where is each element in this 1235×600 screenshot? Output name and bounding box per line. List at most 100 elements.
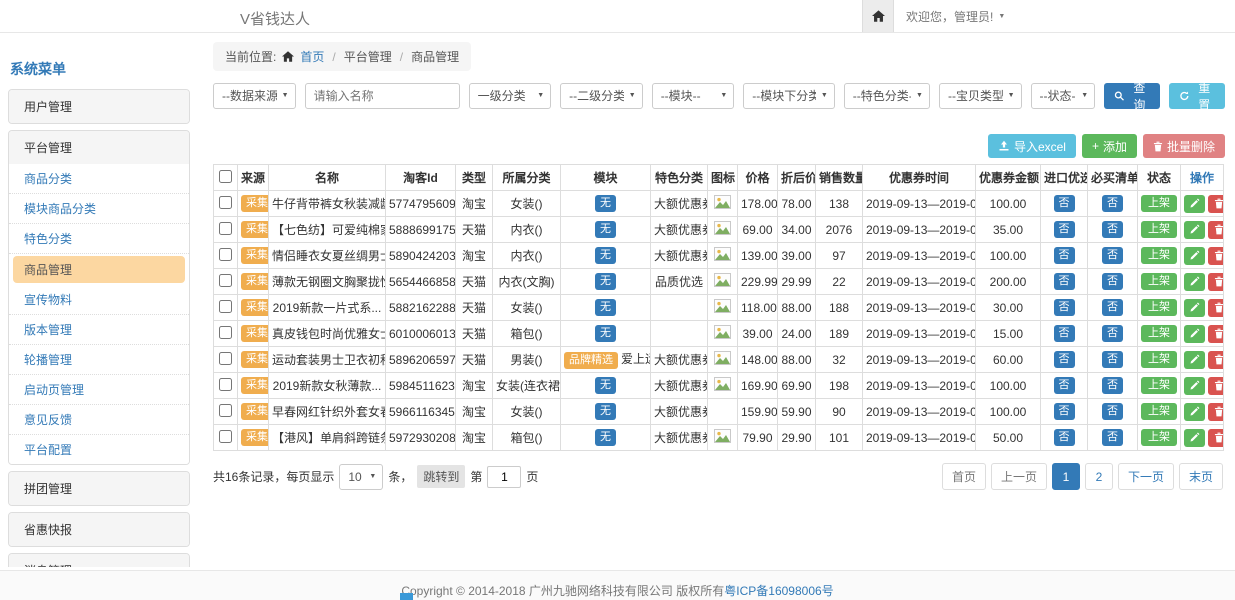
status-badge[interactable]: 上架 [1141, 247, 1177, 264]
page-button[interactable]: 上一页 [991, 463, 1047, 490]
sidebar-submenu-item[interactable]: 商品分类 [9, 164, 189, 194]
delete-button[interactable] [1208, 273, 1224, 291]
page-button[interactable]: 2 [1085, 463, 1113, 490]
home-button[interactable] [862, 0, 894, 32]
breadcrumb-home-link[interactable]: 首页 [300, 48, 324, 65]
must-buy-toggle[interactable]: 否 [1102, 273, 1123, 290]
edit-button[interactable] [1184, 221, 1205, 239]
must-buy-toggle[interactable]: 否 [1102, 377, 1123, 394]
sidebar-submenu-item[interactable]: 启动页管理 [9, 375, 189, 405]
must-buy-toggle[interactable]: 否 [1102, 195, 1123, 212]
page-button[interactable]: 首页 [942, 463, 986, 490]
filter-select-status[interactable]: --状态-- [1031, 83, 1096, 109]
sidebar-submenu-item[interactable]: 模块商品分类 [9, 194, 189, 224]
imported-toggle[interactable]: 否 [1054, 403, 1075, 420]
imported-toggle[interactable]: 否 [1054, 325, 1075, 342]
must-buy-toggle[interactable]: 否 [1102, 299, 1123, 316]
delete-button[interactable] [1208, 247, 1224, 265]
imported-toggle[interactable]: 否 [1054, 273, 1075, 290]
must-buy-toggle[interactable]: 否 [1102, 403, 1123, 420]
delete-button[interactable] [1208, 299, 1224, 317]
sidebar-submenu-item[interactable]: 宣传物料 [9, 285, 189, 315]
add-button[interactable]: + 添加 [1082, 134, 1137, 158]
must-buy-toggle[interactable]: 否 [1102, 221, 1123, 238]
sidebar-section-header[interactable]: 用户管理 [9, 90, 189, 123]
edit-button[interactable] [1184, 325, 1205, 343]
row-checkbox[interactable] [219, 378, 232, 391]
status-badge[interactable]: 上架 [1141, 351, 1177, 368]
per-page-select[interactable]: 10 [339, 464, 383, 490]
page-button[interactable]: 末页 [1179, 463, 1223, 490]
status-badge[interactable]: 上架 [1141, 377, 1177, 394]
filter-select-data-source[interactable]: --数据来源-- [213, 83, 296, 109]
row-checkbox[interactable] [219, 404, 232, 417]
filter-select-item-type[interactable]: --宝贝类型-- [939, 83, 1022, 109]
edit-button[interactable] [1184, 247, 1205, 265]
edit-button[interactable] [1184, 195, 1205, 213]
edit-button[interactable] [1184, 429, 1205, 447]
must-buy-toggle[interactable]: 否 [1102, 429, 1123, 446]
icp-link[interactable]: 粤ICP备16098006号 [724, 584, 833, 598]
imported-toggle[interactable]: 否 [1054, 429, 1075, 446]
page-button[interactable]: 下一页 [1118, 463, 1174, 490]
status-badge[interactable]: 上架 [1141, 403, 1177, 420]
edit-button[interactable] [1184, 351, 1205, 369]
row-checkbox[interactable] [219, 430, 232, 443]
delete-button[interactable] [1208, 377, 1224, 395]
row-checkbox[interactable] [219, 222, 232, 235]
imported-toggle[interactable]: 否 [1054, 377, 1075, 394]
filter-select-module-subcategory[interactable]: --模块下分类-- [743, 83, 835, 109]
sidebar-submenu-item[interactable]: 平台配置 [9, 435, 189, 464]
filter-select-level1-category[interactable]: 一级分类 [469, 83, 552, 109]
row-checkbox[interactable] [219, 196, 232, 209]
row-checkbox[interactable] [219, 352, 232, 365]
sidebar-section-header[interactable]: 消息管理 [9, 554, 189, 567]
batch-delete-button[interactable]: 批量删除 [1143, 134, 1225, 158]
filter-select-feature-category[interactable]: --特色分类-- [844, 83, 930, 109]
delete-button[interactable] [1208, 325, 1224, 343]
row-checkbox[interactable] [219, 248, 232, 261]
edit-button[interactable] [1184, 299, 1205, 317]
row-checkbox[interactable] [219, 300, 232, 313]
delete-button[interactable] [1208, 195, 1224, 213]
filter-select-module[interactable]: --模块-- [652, 83, 735, 109]
status-badge[interactable]: 上架 [1141, 273, 1177, 290]
jump-button[interactable]: 跳转到 [417, 465, 465, 488]
sidebar-submenu-item[interactable]: 特色分类 [9, 224, 189, 254]
filter-select-level2-category[interactable]: --二级分类-- [560, 83, 643, 109]
sidebar-section-header[interactable]: 拼团管理 [9, 472, 189, 505]
must-buy-toggle[interactable]: 否 [1102, 351, 1123, 368]
import-excel-button[interactable]: 导入excel [988, 134, 1076, 158]
delete-button[interactable] [1208, 429, 1224, 447]
sidebar-submenu-item[interactable]: 轮播管理 [9, 345, 189, 375]
status-badge[interactable]: 上架 [1141, 299, 1177, 316]
sidebar-section-header[interactable]: 平台管理 [9, 131, 189, 164]
name-search-input[interactable] [305, 83, 460, 109]
status-badge[interactable]: 上架 [1141, 221, 1177, 238]
imported-toggle[interactable]: 否 [1054, 195, 1075, 212]
sidebar-submenu-item[interactable]: 版本管理 [9, 315, 189, 345]
sidebar-section-header[interactable]: 省惠快报 [9, 513, 189, 546]
status-badge[interactable]: 上架 [1141, 195, 1177, 212]
sidebar-submenu-item[interactable]: 意见反馈 [9, 405, 189, 435]
edit-button[interactable] [1184, 273, 1205, 291]
delete-button[interactable] [1208, 221, 1224, 239]
reset-button[interactable]: 重置 [1169, 83, 1225, 109]
row-checkbox[interactable] [219, 274, 232, 287]
delete-button[interactable] [1208, 351, 1224, 369]
select-all-checkbox[interactable] [219, 170, 232, 183]
status-badge[interactable]: 上架 [1141, 429, 1177, 446]
delete-button[interactable] [1208, 403, 1224, 421]
edit-button[interactable] [1184, 377, 1205, 395]
search-button[interactable]: 查询 [1104, 83, 1160, 109]
edit-button[interactable] [1184, 403, 1205, 421]
imported-toggle[interactable]: 否 [1054, 351, 1075, 368]
status-badge[interactable]: 上架 [1141, 325, 1177, 342]
user-menu[interactable]: 欢迎您，管理员! ▼ [894, 8, 1017, 25]
row-checkbox[interactable] [219, 326, 232, 339]
sidebar-submenu-item[interactable]: 商品管理 [13, 256, 185, 283]
must-buy-toggle[interactable]: 否 [1102, 247, 1123, 264]
imported-toggle[interactable]: 否 [1054, 299, 1075, 316]
imported-toggle[interactable]: 否 [1054, 221, 1075, 238]
imported-toggle[interactable]: 否 [1054, 247, 1075, 264]
